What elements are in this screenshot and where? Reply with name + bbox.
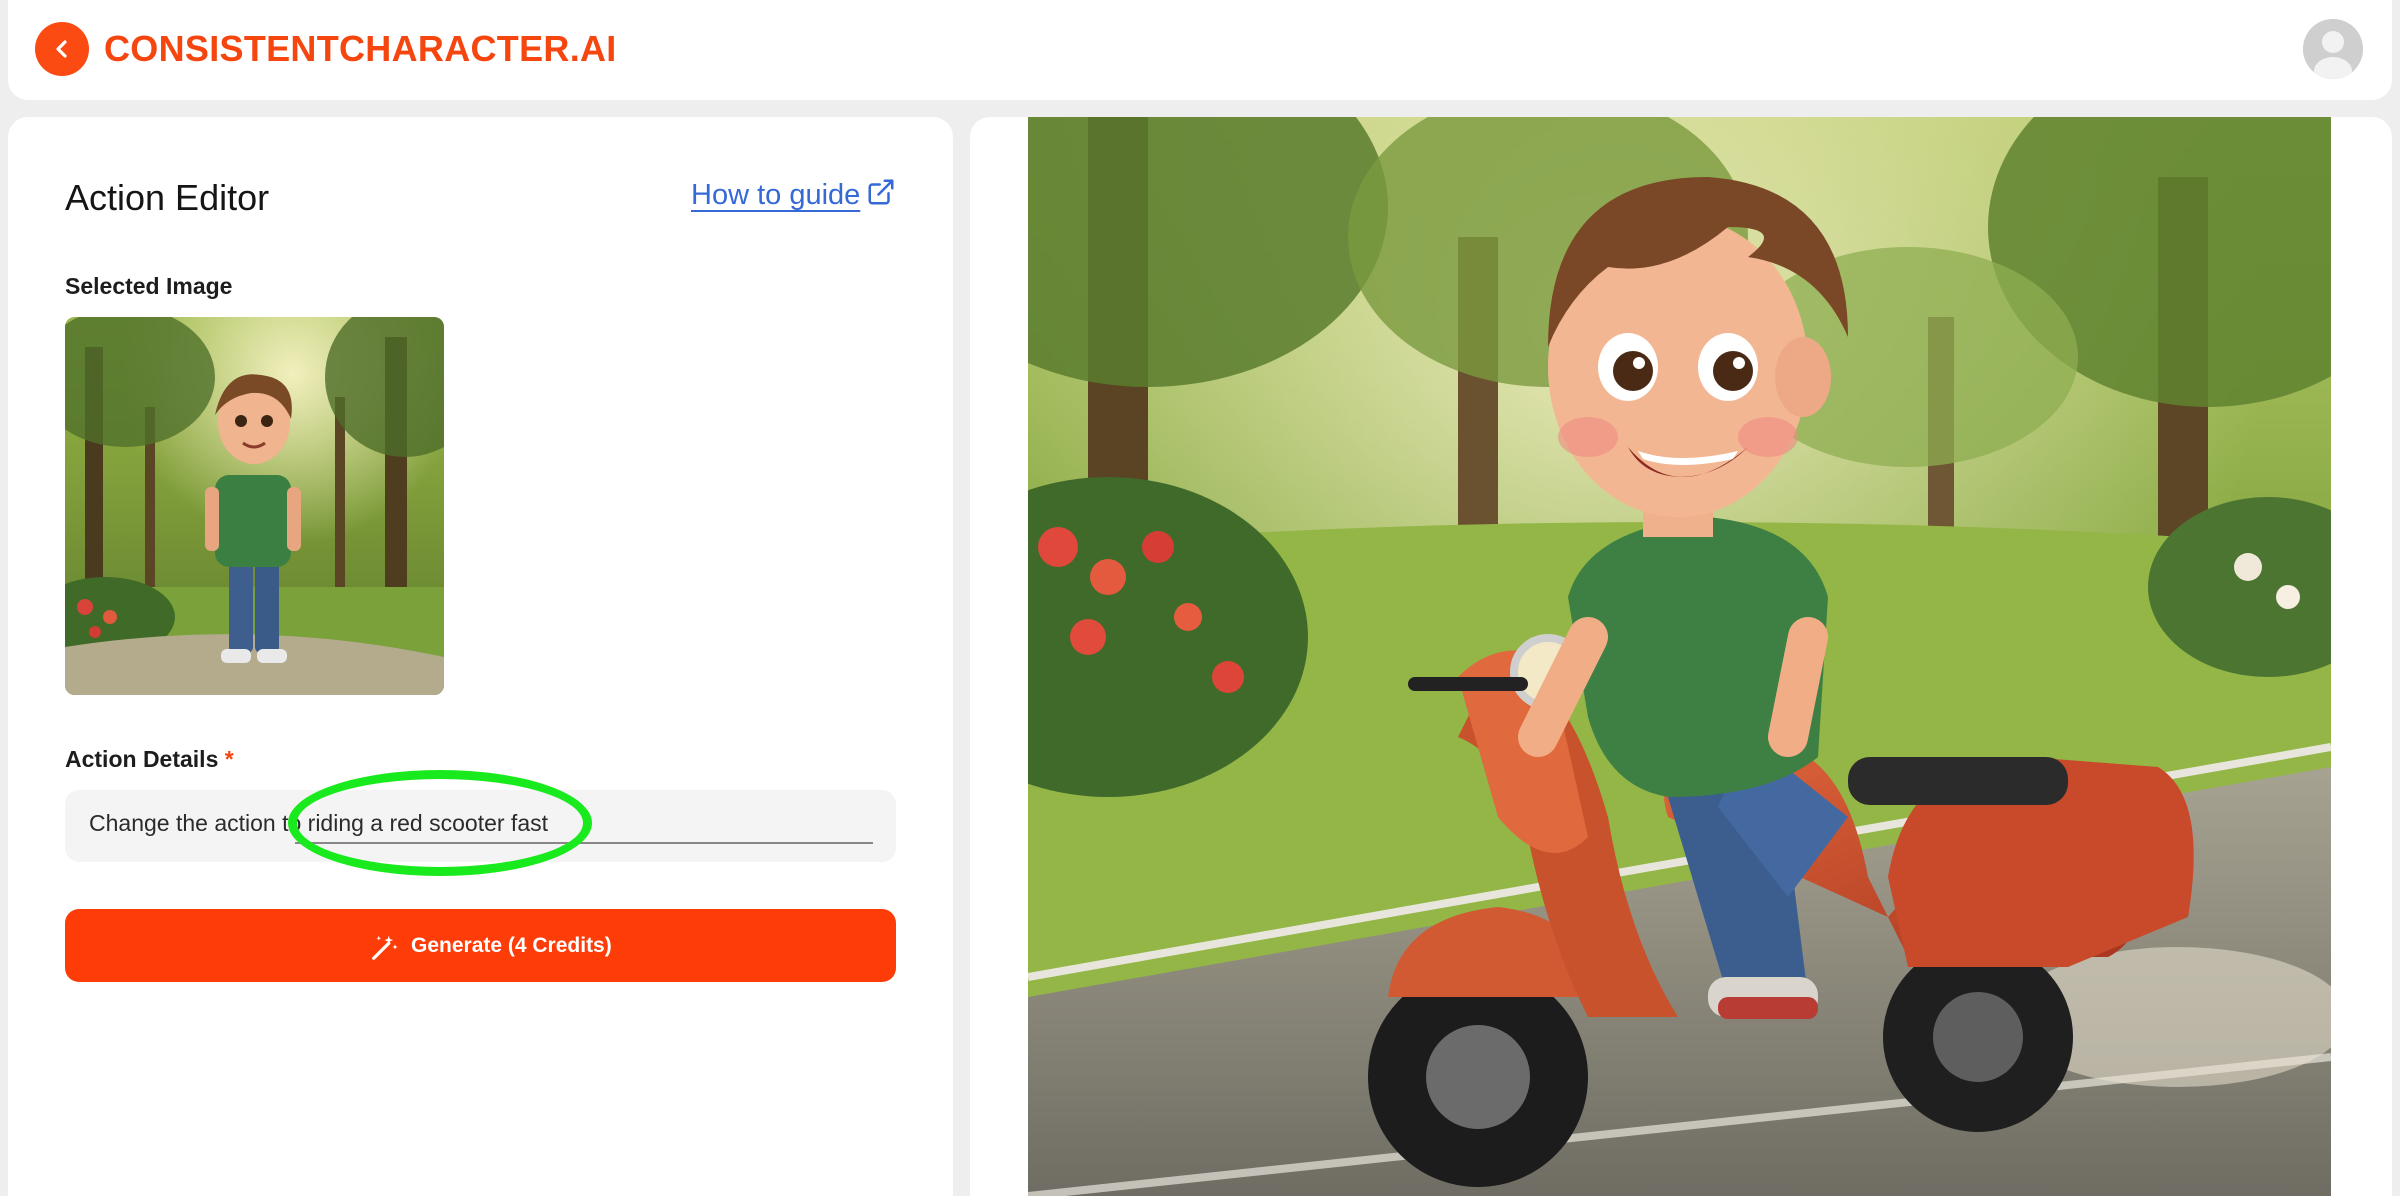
magic-wand-icon (372, 935, 398, 960)
generated-result-image[interactable] (970, 117, 2392, 1196)
action-editor-panel: Action Editor How to guide Selected Imag… (8, 117, 953, 1196)
action-details-label-text: Action Details (65, 746, 219, 772)
generate-button[interactable]: Generate (4 Credits) (65, 909, 896, 982)
user-avatar-icon[interactable] (2303, 19, 2363, 79)
selected-image-label: Selected Image (65, 273, 233, 299)
brand-logo-text[interactable]: CONSISTENTCHARACTER.AI (104, 28, 617, 70)
chevron-left-icon (56, 40, 67, 58)
action-details-label: Action Details * (65, 746, 234, 773)
required-asterisk: * (224, 746, 234, 772)
selected-image-thumbnail[interactable] (65, 317, 444, 695)
guide-link-label: How to guide (691, 179, 861, 211)
panel-title: Action Editor (65, 177, 270, 218)
generate-button-label: Generate (4 Credits) (411, 934, 612, 957)
result-panel (970, 117, 2392, 1196)
back-button[interactable] (35, 22, 89, 76)
how-to-guide-link[interactable]: How to guide (691, 179, 894, 212)
highlight-ellipse (288, 770, 592, 876)
external-link-icon (868, 179, 894, 205)
top-bar: CONSISTENTCHARACTER.AI (8, 0, 2392, 100)
